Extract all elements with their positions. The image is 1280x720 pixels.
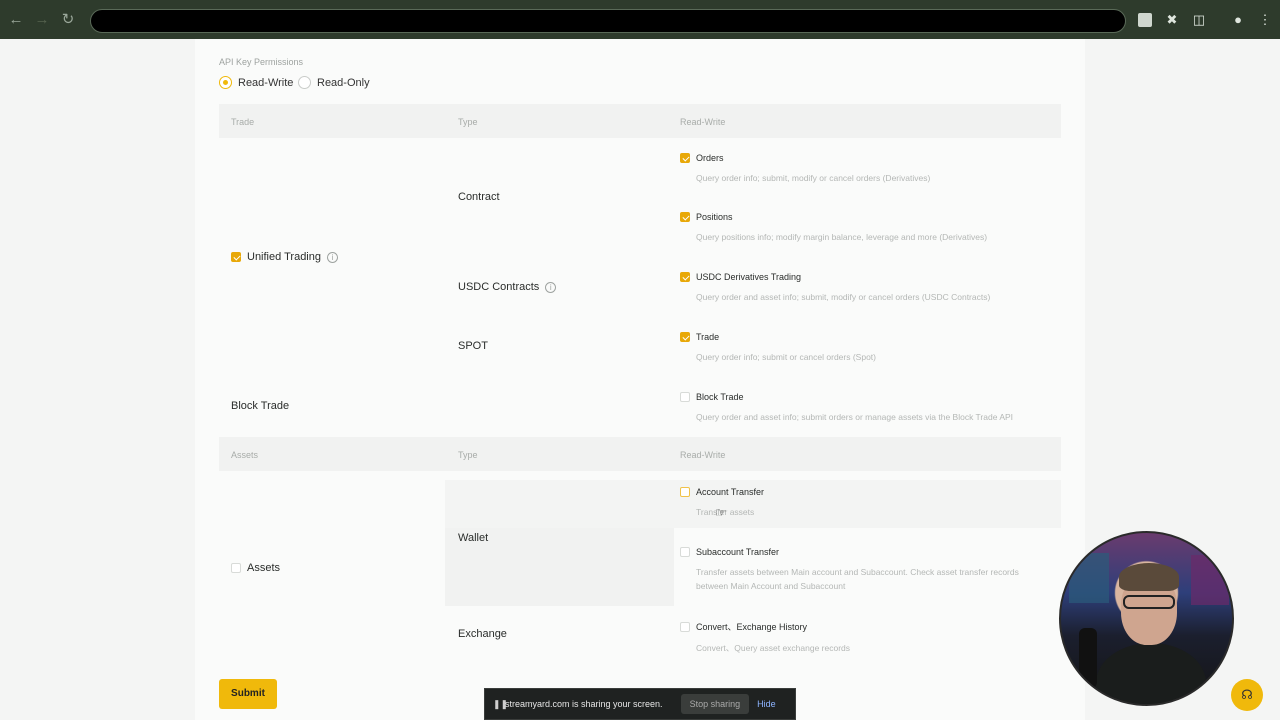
usdc-contracts-row: USDC Contracts i <box>458 281 557 293</box>
col-trade: Trade <box>231 117 255 127</box>
block-trade-checkbox[interactable] <box>680 392 690 402</box>
webcam-overlay <box>1059 531 1234 706</box>
perm-desc: Transfer assets between Main account and… <box>696 567 1019 591</box>
convert-checkbox[interactable] <box>680 621 690 632</box>
perm-usdc-derivatives[interactable]: USDC Derivatives Trading Query order and… <box>680 272 1060 304</box>
perm-convert[interactable]: Convert、Exchange History Convert、Query a… <box>680 620 1060 655</box>
perm-desc: Query order info; submit or cancel order… <box>696 352 876 362</box>
assets-row[interactable]: Assets <box>231 562 280 574</box>
puzzle-icon[interactable]: ✖ <box>1164 12 1180 28</box>
perm-label: Convert、Exchange History <box>696 622 808 632</box>
profile-icon[interactable]: ● <box>1230 12 1246 28</box>
exchange-label: Exchange <box>458 628 507 640</box>
usdc-derivatives-checkbox[interactable] <box>680 272 690 282</box>
col-type: Type <box>458 450 478 460</box>
perm-block-trade[interactable]: Block Trade Query order and asset info; … <box>680 392 1060 424</box>
radio-on-icon <box>219 76 232 89</box>
perm-label: Orders <box>696 153 724 163</box>
perm-label: Positions <box>696 212 733 222</box>
pause-icon: ❚❚ <box>493 698 509 709</box>
radio-read-only[interactable]: Read-Only <box>298 76 370 89</box>
assets-label: Assets <box>247 562 281 574</box>
support-headset-icon[interactable]: ☊ <box>1231 679 1263 711</box>
stop-sharing-button[interactable]: Stop sharing <box>680 694 750 714</box>
radio-read-write[interactable]: Read-Write <box>219 76 293 89</box>
subaccount-transfer-checkbox[interactable] <box>680 547 690 557</box>
screen-share-bar: ❚❚ streamyard.com is sharing your screen… <box>484 688 796 720</box>
extensions-icon[interactable]: ◫ <box>1191 12 1207 28</box>
assets-checkbox[interactable] <box>231 563 241 573</box>
spot-trade-checkbox[interactable] <box>680 332 690 342</box>
col-read-write: Read-Write <box>680 117 726 127</box>
perm-subaccount-transfer[interactable]: Subaccount Transfer Transfer assets betw… <box>680 547 1060 593</box>
block-trade-label: Block Trade <box>231 400 290 412</box>
perm-label: Block Trade <box>696 392 744 402</box>
perm-label: Subaccount Transfer <box>696 547 780 557</box>
positions-checkbox[interactable] <box>680 212 690 222</box>
permissions-title: API Key Permissions <box>219 57 304 67</box>
perm-label: Trade <box>696 332 720 342</box>
perm-label: USDC Derivatives Trading <box>696 272 802 282</box>
radio-off-icon <box>298 76 311 89</box>
mouse-cursor-icon: ☞ <box>715 505 727 520</box>
perm-desc: Query order and asset info; submit order… <box>696 412 1014 422</box>
api-permissions-panel <box>195 39 1085 720</box>
perm-desc: Query order info; submit, modify or canc… <box>696 173 931 183</box>
share-message: streamyard.com is sharing your screen. <box>505 699 663 709</box>
menu-icon[interactable]: ⋮ <box>1257 12 1273 28</box>
radio-read-only-label: Read-Only <box>317 76 370 89</box>
perm-orders[interactable]: Orders Query order info; submit, modify … <box>680 153 1060 185</box>
microphone <box>1079 628 1097 688</box>
presenter-body <box>1096 643 1206 704</box>
spot-label: SPOT <box>458 340 488 352</box>
reload-icon[interactable]: ↻ <box>59 11 77 29</box>
back-icon[interactable]: ← <box>7 11 25 29</box>
unified-trading-row[interactable]: Unified Trading i <box>231 251 338 263</box>
orders-checkbox[interactable] <box>680 153 690 163</box>
info-icon[interactable]: i <box>327 251 338 263</box>
presenter-glasses <box>1123 595 1175 609</box>
perm-label: Account Transfer <box>696 487 765 497</box>
col-read-write: Read-Write <box>680 450 726 460</box>
background-monitor <box>1069 553 1109 603</box>
background-monitor <box>1191 555 1229 605</box>
perm-desc: Convert、Query asset exchange records <box>696 643 851 653</box>
perm-desc: Query order and asset info; submit, modi… <box>696 292 991 302</box>
presenter-hair <box>1119 563 1179 591</box>
contract-label: Contract <box>458 191 500 203</box>
col-type: Type <box>458 117 478 127</box>
forward-icon[interactable]: → <box>33 11 51 29</box>
trade-table-header: Trade Type Read-Write <box>219 104 1061 138</box>
perm-positions[interactable]: Positions Query positions info; modify m… <box>680 212 1060 244</box>
unified-trading-label: Unified Trading <box>247 251 321 263</box>
browser-toolbar: ← → ↻ ✖ ◫ ● ⋮ <box>0 0 1280 39</box>
wallet-label: Wallet <box>458 532 489 544</box>
perm-desc: Transfer assets <box>696 507 755 517</box>
usdc-contracts-label: USDC Contracts <box>458 281 540 293</box>
radio-read-write-label: Read-Write <box>238 76 294 89</box>
perm-spot-trade[interactable]: Trade Query order info; submit or cancel… <box>680 332 1060 364</box>
unified-trading-checkbox[interactable] <box>231 252 241 262</box>
account-transfer-checkbox[interactable] <box>680 487 690 497</box>
address-bar[interactable] <box>90 9 1126 33</box>
perm-account-transfer[interactable]: Account Transfer Transfer assets <box>680 487 1060 519</box>
submit-button[interactable]: Submit <box>219 679 277 709</box>
col-assets: Assets <box>231 450 259 460</box>
perm-desc: Query positions info; modify margin bala… <box>696 232 988 242</box>
hide-button[interactable]: Hide <box>757 699 776 709</box>
info-icon[interactable]: i <box>545 281 557 293</box>
extension-icon[interactable] <box>1138 13 1152 27</box>
assets-table-header: Assets Type Read-Write <box>219 437 1061 471</box>
